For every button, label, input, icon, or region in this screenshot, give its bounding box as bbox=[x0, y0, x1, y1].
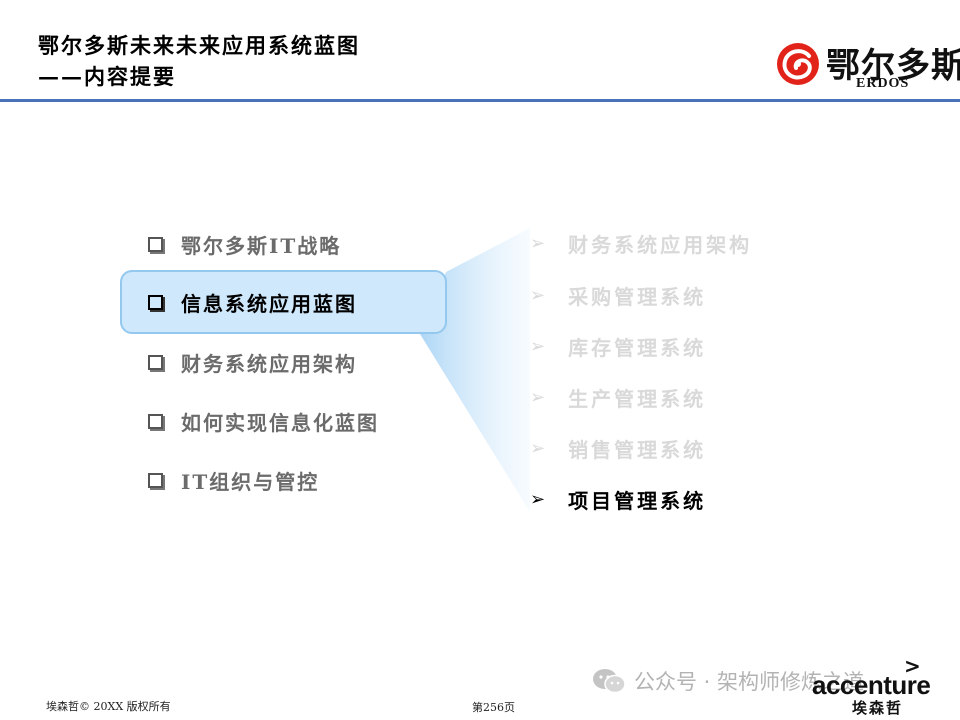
right-menu-item-label: 销售管理系统 bbox=[568, 437, 707, 462]
arrow-bullet-icon: ➢ bbox=[530, 488, 549, 510]
logo-brand-en: ERDOS bbox=[856, 76, 910, 91]
arrow-bullet-icon: ➢ bbox=[530, 284, 549, 306]
right-menu-item-procurement[interactable]: ➢ 采购管理系统 bbox=[530, 279, 706, 311]
erdos-logo-icon bbox=[777, 43, 819, 85]
square-bullet-icon bbox=[148, 472, 163, 488]
square-bullet-icon bbox=[148, 413, 163, 429]
left-menu-item-label: IT组织与管控 bbox=[181, 469, 320, 494]
arrow-bullet-icon: ➢ bbox=[530, 232, 549, 254]
left-menu-item-implementation[interactable]: 如何实现信息化蓝图 bbox=[148, 405, 379, 437]
right-menu-item-label: 库存管理系统 bbox=[568, 335, 707, 360]
wechat-icon bbox=[593, 669, 626, 694]
slide-subtitle: ——内容提要 bbox=[38, 64, 176, 89]
left-menu-item-label: 如何实现信息化蓝图 bbox=[181, 410, 379, 435]
right-menu-item-sales[interactable]: ➢ 销售管理系统 bbox=[530, 432, 706, 464]
slide-title: 鄂尔多斯未来未来应用系统蓝图 bbox=[38, 33, 360, 58]
selection-connector bbox=[420, 228, 530, 512]
left-menu-item-label: 鄂尔多斯IT战略 bbox=[181, 233, 342, 258]
accenture-logo-cn: 埃森哲 bbox=[852, 699, 904, 717]
right-menu-item-project[interactable]: ➢ 项目管理系统 bbox=[530, 483, 706, 515]
right-menu-item-label: 项目管理系统 bbox=[568, 488, 707, 513]
header-divider bbox=[0, 99, 960, 102]
square-bullet-icon bbox=[148, 294, 163, 310]
left-menu-item-app-blueprint[interactable]: 信息系统应用蓝图 bbox=[148, 286, 357, 318]
right-menu-item-inventory[interactable]: ➢ 库存管理系统 bbox=[530, 330, 706, 362]
arrow-bullet-icon: ➢ bbox=[530, 437, 549, 459]
arrow-bullet-icon: ➢ bbox=[530, 335, 549, 357]
left-menu-item-it-governance[interactable]: IT组织与管控 bbox=[148, 464, 319, 496]
left-menu-item-finance-architecture[interactable]: 财务系统应用架构 bbox=[148, 346, 357, 378]
right-menu-item-label: 采购管理系统 bbox=[568, 284, 707, 309]
left-menu-item-label: 财务系统应用架构 bbox=[181, 351, 357, 376]
left-menu-item-it-strategy[interactable]: 鄂尔多斯IT战略 bbox=[148, 228, 341, 260]
square-bullet-icon bbox=[148, 354, 163, 370]
footer-copyright: 埃森哲© 20XX 版权所有 bbox=[46, 700, 171, 713]
erdos-logo: 鄂尔多斯 ERDOS bbox=[772, 34, 960, 94]
left-menu-item-label: 信息系统应用蓝图 bbox=[181, 291, 357, 316]
footer-page-number: 第256页 bbox=[472, 701, 515, 714]
right-menu-item-label: 财务系统应用架构 bbox=[568, 232, 753, 257]
right-menu-item-finance[interactable]: ➢ 财务系统应用架构 bbox=[530, 227, 752, 259]
arrow-bullet-icon: ➢ bbox=[530, 386, 549, 408]
square-bullet-icon bbox=[148, 236, 163, 252]
right-menu-item-production[interactable]: ➢ 生产管理系统 bbox=[530, 381, 706, 413]
right-menu-item-label: 生产管理系统 bbox=[568, 386, 707, 411]
